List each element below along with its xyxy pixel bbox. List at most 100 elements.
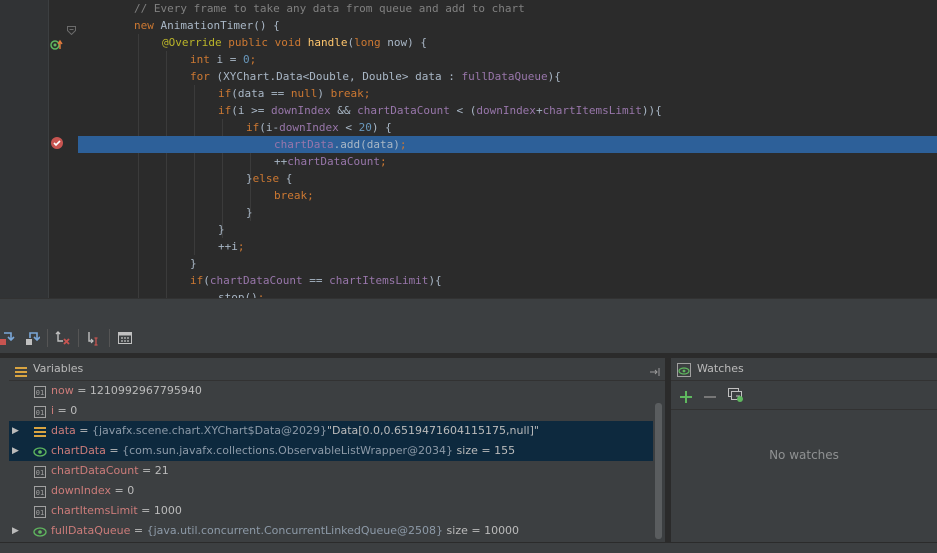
variables-scrollbar[interactable] — [653, 403, 665, 542]
expand-arrow-icon[interactable]: ▶ — [12, 421, 19, 441]
editor-gutter[interactable] — [0, 0, 48, 298]
code-line[interactable]: for (XYChart.Data<Double, Double> data :… — [78, 68, 937, 85]
variable-equals: = — [75, 424, 92, 437]
code-line[interactable]: if(i >= downIndex && chartDataCount < (d… — [78, 102, 937, 119]
code-text: if(i >= downIndex && chartDataCount < (d… — [218, 104, 662, 117]
code-text: if(chartDataCount == chartItemsLimit){ — [190, 274, 442, 287]
fold-marker-icon[interactable] — [67, 20, 76, 36]
code-text: new AnimationTimer() { — [134, 19, 280, 32]
code-line[interactable]: }else { — [78, 170, 937, 187]
scrollbar-thumb[interactable] — [655, 403, 662, 539]
code-token: long — [354, 36, 388, 49]
watches-header: Watches — [671, 358, 937, 381]
code-token: break; — [274, 189, 314, 202]
code-token: < — [338, 121, 359, 134]
variables-title: Variables — [33, 362, 84, 375]
variable-row[interactable]: 01 now = 1210992967795940 — [9, 381, 653, 401]
code-token: handle — [307, 36, 348, 49]
code-line[interactable]: } — [78, 255, 937, 272]
watched-object-icon — [33, 445, 47, 457]
code-token: ++ — [274, 155, 288, 168]
code-token: ) — [317, 87, 331, 100]
variables-panel: Variables 01 now = 1210992967795940 01 i… — [9, 358, 666, 542]
code-line[interactable]: } — [78, 221, 937, 238]
code-text: ++i; — [218, 240, 245, 253]
code-token: ( — [203, 274, 210, 287]
code-token: } — [246, 206, 253, 219]
code-token: ; — [237, 240, 245, 253]
variable-name: fullDataQueue — [51, 524, 131, 537]
variable-row[interactable]: 01 chartDataCount = 21 — [9, 461, 653, 481]
code-line[interactable]: new AnimationTimer() { — [78, 17, 937, 34]
primitive-variable-icon: 01 — [34, 485, 46, 498]
code-token: downIndex — [271, 104, 331, 117]
variable-row[interactable]: 01 downIndex = 0 — [9, 481, 653, 501]
code-line[interactable]: } — [78, 204, 937, 221]
override-marker-icon[interactable] — [50, 36, 64, 50]
breakpoint-icon[interactable] — [51, 137, 63, 149]
variable-value: 1000 — [153, 504, 182, 517]
svg-text:01: 01 — [36, 469, 44, 477]
code-token: ; — [379, 155, 387, 168]
code-token: ){ — [428, 274, 442, 287]
primitive-variable-icon: 01 — [34, 505, 46, 518]
code-token: (i >= — [231, 104, 271, 117]
variable-row[interactable]: 01 chartItemsLimit = 1000 — [9, 501, 653, 521]
duplicate-watch-icon[interactable] — [728, 387, 744, 403]
code-text: break; — [274, 189, 314, 202]
variable-name: data — [51, 424, 76, 437]
primitive-variable-icon: 01 — [34, 385, 46, 398]
code-token: downIndex — [279, 121, 339, 134]
run-to-cursor-icon[interactable] — [86, 330, 102, 346]
code-line[interactable]: if(data == null) break; — [78, 85, 937, 102]
add-watch-icon[interactable] — [680, 388, 692, 403]
code-line[interactable]: if(i-downIndex < 20) { — [78, 119, 937, 136]
variable-name: downIndex — [51, 484, 111, 497]
code-token: now) { — [387, 36, 427, 49]
expand-arrow-icon[interactable]: ▶ — [12, 441, 19, 461]
variables-icon — [15, 363, 27, 377]
variable-row[interactable]: ▶ fullDataQueue = {java.util.concurrent.… — [9, 521, 653, 541]
step-out-icon[interactable] — [24, 330, 41, 346]
code-line[interactable]: break; — [78, 187, 937, 204]
debug-side-strip — [0, 358, 9, 542]
drop-frame-icon[interactable] — [55, 330, 71, 346]
watches-title: Watches — [697, 362, 744, 375]
step-into-icon[interactable] — [0, 330, 16, 346]
expand-arrow-icon[interactable]: ▶ — [12, 521, 19, 541]
variable-size: size = 10000 — [443, 524, 520, 537]
code-token: chartItemsLimit — [542, 104, 642, 117]
code-token: stop() — [218, 291, 258, 298]
variable-row[interactable]: 01 i = 0 — [9, 401, 653, 421]
code-line[interactable]: @Override public void handle(long now) { — [78, 34, 937, 51]
code-token: chartItemsLimit — [329, 274, 429, 287]
evaluate-expression-icon[interactable] — [117, 330, 133, 346]
code-line[interactable]: int i = 0; — [78, 51, 937, 68]
svg-text:01: 01 — [36, 389, 44, 397]
current-execution-line[interactable]: chartData.add(data); — [78, 136, 937, 153]
code-token: 0 — [243, 53, 250, 66]
pin-panel-icon[interactable] — [649, 363, 661, 376]
code-text: if(i-downIndex < 20) { — [246, 121, 392, 134]
code-token: if — [190, 274, 204, 287]
variable-equals: = — [73, 384, 90, 397]
object-variable-icon — [34, 425, 46, 437]
variable-row[interactable]: ▶ data = {javafx.scene.chart.XYChart$Dat… — [9, 421, 653, 441]
code-line[interactable]: ++chartDataCount; — [78, 153, 937, 170]
variable-value: 1210992967795940 — [89, 384, 202, 397]
remove-watch-icon[interactable] — [704, 388, 716, 400]
variable-type: {javafx.scene.chart.XYChart$Data@2029} — [92, 424, 327, 437]
variable-row[interactable]: ▶ chartData = {com.sun.javafx.collection… — [9, 441, 653, 461]
variable-name: chartDataCount — [51, 464, 139, 477]
variable-equals: = — [137, 504, 154, 517]
code-token: chartData — [274, 138, 334, 151]
code-line[interactable]: if(chartDataCount == chartItemsLimit){ — [78, 272, 937, 289]
code-editor[interactable]: // Every frame to take any data from que… — [0, 0, 937, 298]
code-line[interactable]: // Every frame to take any data from que… — [78, 0, 937, 17]
code-line[interactable]: stop(); — [78, 289, 937, 298]
code-token: else — [252, 172, 286, 185]
watched-object-icon — [33, 525, 47, 537]
code-line[interactable]: ++i; — [78, 238, 937, 255]
code-token: fullDataQueue — [461, 70, 548, 83]
debugger-toolbar — [0, 323, 937, 354]
